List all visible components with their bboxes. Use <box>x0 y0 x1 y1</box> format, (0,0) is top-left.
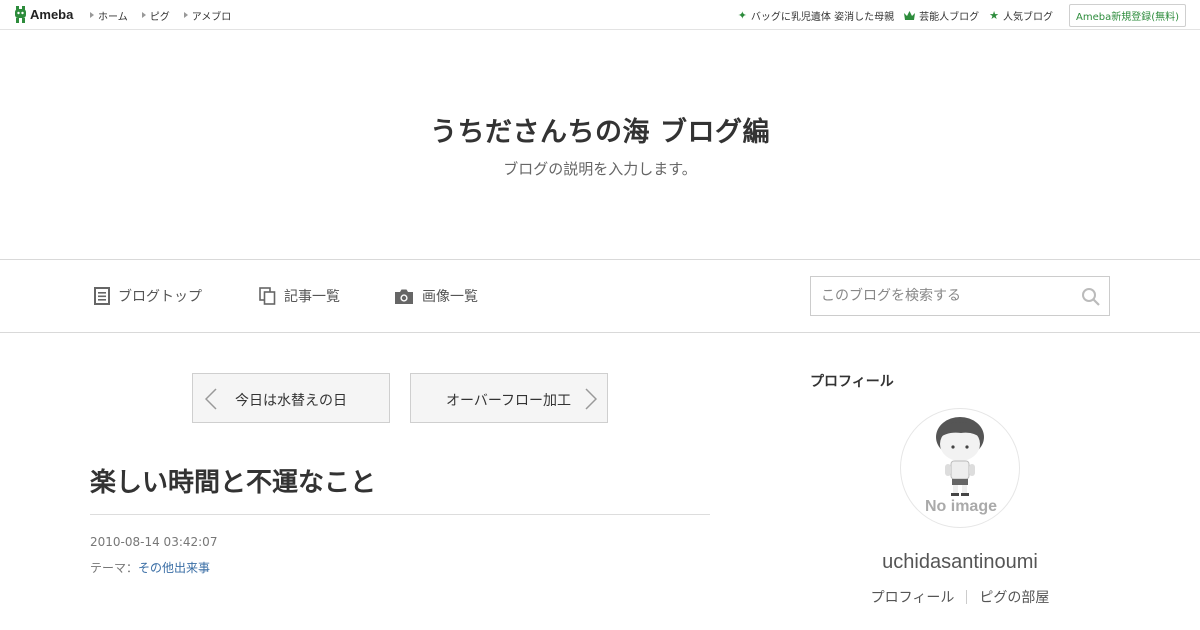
entry-theme: テーマ：その他出来事 <box>90 559 210 576</box>
chevron-right-icon <box>585 388 597 410</box>
global-header: Ameba ホーム ピグ アメブロ ✦ バッグに乳児遺体 姿消した母親 芸能人ブ… <box>0 0 1200 30</box>
crown-icon <box>904 10 916 20</box>
next-entry-label: オーバーフロー加工 <box>446 393 572 409</box>
blog-description: ブログの説明を入力します。 <box>503 160 697 178</box>
logo-text: Ameba <box>30 7 74 22</box>
avatar[interactable]: No image <box>900 408 1020 528</box>
triangle-right-icon <box>90 12 94 18</box>
profile-username[interactable]: uchidasantinoumi <box>810 551 1110 574</box>
popular-blog-link[interactable]: ★ 人気ブログ <box>989 8 1053 23</box>
search-input[interactable] <box>811 277 1071 315</box>
nav-pigg[interactable]: ピグ <box>141 8 170 23</box>
camera-icon <box>395 289 413 304</box>
entry-date: 2010-08-14 03:42:07 <box>90 535 218 549</box>
global-right-links: ✦ バッグに乳児遺体 姿消した母親 芸能人ブログ ★ 人気ブログ Ameba新規… <box>738 0 1186 30</box>
triangle-right-icon <box>183 12 188 18</box>
ameba-mascot-icon <box>15 6 26 23</box>
blog-title[interactable]: うちださんちの海 ブログ編 <box>0 110 1200 149</box>
blog-nav: ブログトップ 記事一覧 画像一覧 <box>0 259 1200 333</box>
prev-entry-button[interactable]: 今日は水替えの日 <box>192 373 390 423</box>
title-divider <box>90 514 710 515</box>
nav-home[interactable]: ホーム <box>90 8 128 23</box>
triangle-right-icon <box>141 12 146 18</box>
profile-link[interactable]: プロフィール <box>871 587 955 607</box>
celebrity-blog-link[interactable]: 芸能人ブログ <box>904 8 979 23</box>
copy-icon <box>259 287 276 305</box>
profile-heading: プロフィール <box>810 374 894 390</box>
blog-search <box>810 276 1110 316</box>
signup-button[interactable]: Ameba新規登録(無料) <box>1068 3 1186 27</box>
search-icon[interactable] <box>1081 287 1101 307</box>
pigg-room-link[interactable]: ピグの部屋 <box>979 587 1049 607</box>
global-nav: ホーム ピグ アメブロ <box>90 0 231 30</box>
link-separator <box>966 590 968 604</box>
next-entry-button[interactable]: オーバーフロー加工 <box>410 373 608 423</box>
nav-entry-list[interactable]: 記事一覧 <box>259 286 340 306</box>
ameba-logo[interactable]: Ameba <box>14 6 73 23</box>
theme-label: テーマ： <box>90 561 139 575</box>
no-image-text: No image <box>924 498 997 515</box>
sparkle-icon: ✦ <box>737 8 747 22</box>
entry-title[interactable]: 楽しい時間と不運なこと <box>90 462 376 499</box>
nav-ameblo[interactable]: アメブロ <box>183 8 231 23</box>
theme-link[interactable]: その他出来事 <box>138 561 210 575</box>
profile-links: プロフィール ピグの部屋 <box>810 587 1110 607</box>
prev-entry-label: 今日は水替えの日 <box>235 393 347 409</box>
news-link[interactable]: ✦ バッグに乳児遺体 姿消した母親 <box>738 8 894 23</box>
star-icon: ★ <box>989 8 999 22</box>
chevron-left-icon <box>205 388 217 410</box>
document-icon <box>94 287 110 305</box>
nav-image-list[interactable]: 画像一覧 <box>394 286 478 306</box>
nav-blog-top[interactable]: ブログトップ <box>94 286 202 306</box>
